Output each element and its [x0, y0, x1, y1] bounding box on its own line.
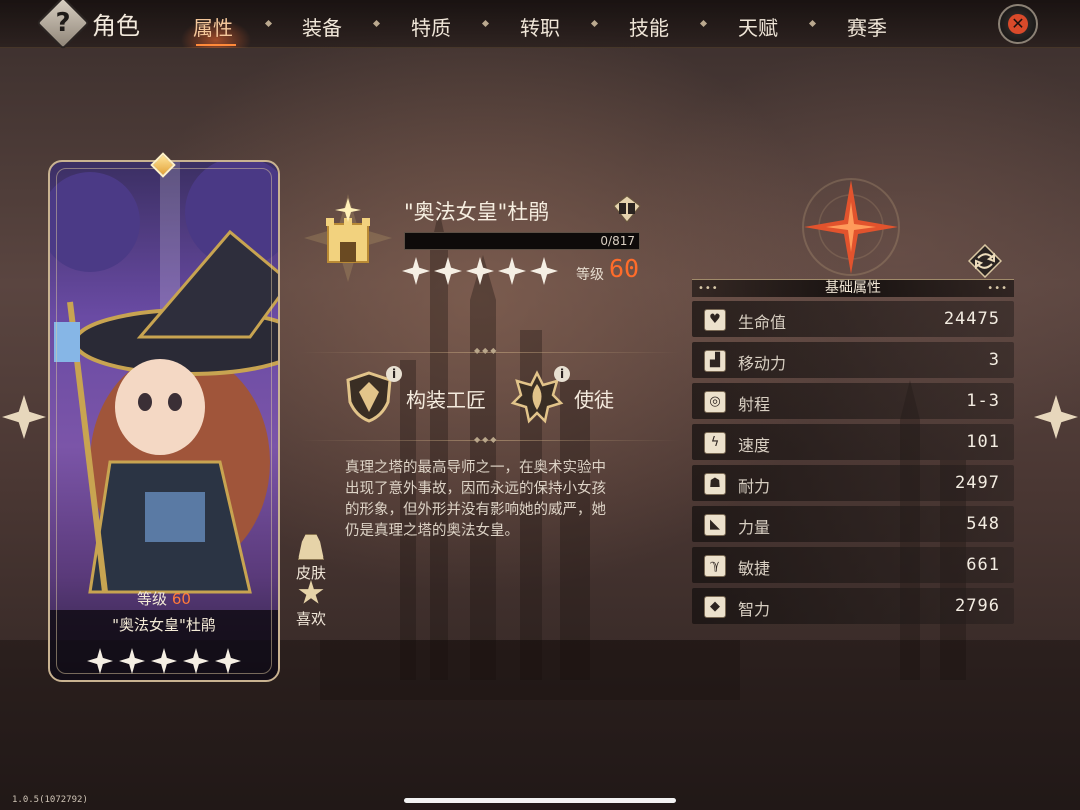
card-frame — [56, 168, 272, 674]
skin-button[interactable]: 皮肤 — [288, 534, 334, 583]
stat-value: 548 — [966, 514, 1000, 534]
arm-icon: ◣ — [704, 514, 726, 536]
stat-value: 661 — [966, 555, 1000, 575]
diamond-icon: ◆ — [704, 596, 726, 618]
stat-label: 射程 — [738, 395, 771, 414]
next-hero-arrow-icon[interactable] — [1034, 395, 1078, 439]
stat-value: 2497 — [955, 473, 1000, 493]
stat-row-strength: ◣ 力量 548 — [692, 506, 1014, 542]
star-icon — [498, 257, 526, 285]
feather-icon: ℽ — [704, 555, 726, 577]
hero-portrait-card[interactable]: 等级 60 "奥法女皇"杜鹃 — [48, 160, 280, 682]
header-ornament: ••• — [987, 283, 1008, 294]
hero-title: "奥法女皇"杜鹃 — [404, 200, 550, 224]
base-stats-title: 基础属性 — [825, 280, 881, 296]
info-icon[interactable]: i — [554, 366, 570, 382]
lightning-icon: ϟ — [704, 432, 726, 454]
experience-bar: 0/817 — [404, 232, 640, 250]
divider-ornament: ◆◆◆ — [474, 346, 499, 355]
stat-label: 生命值 — [738, 313, 787, 332]
close-icon: ✕ — [1008, 14, 1028, 34]
hero-level-label: 等级 — [576, 267, 604, 283]
help-icon: ? — [55, 8, 71, 38]
stat-value: 24475 — [943, 309, 1000, 329]
star-icon — [530, 257, 558, 285]
like-button[interactable]: 喜欢 — [288, 580, 334, 629]
star-icon — [298, 580, 324, 604]
star-icon — [434, 257, 462, 285]
class-castle-emblem-icon — [304, 194, 392, 282]
divider-ornament: ◆◆◆ — [474, 435, 499, 444]
stat-label: 智力 — [738, 600, 771, 619]
star-icon — [466, 257, 494, 285]
stat-row-stamina: ☗ 耐力 2497 — [692, 465, 1014, 501]
stat-label: 力量 — [738, 518, 771, 537]
stat-label: 移动力 — [738, 354, 787, 373]
hero-level-value: 60 — [609, 254, 640, 283]
stat-label: 耐力 — [738, 477, 771, 496]
home-indicator[interactable] — [404, 798, 676, 803]
book-icon[interactable] — [612, 194, 642, 224]
dress-icon — [298, 534, 324, 560]
tab-talents[interactable]: 天赋 — [723, 12, 793, 41]
experience-text: 0/817 — [600, 234, 635, 248]
tab-season[interactable]: 赛季 — [832, 12, 902, 41]
stat-row-speed: ϟ 速度 101 — [692, 424, 1014, 460]
stat-label: 敏捷 — [738, 559, 771, 578]
like-label: 喜欢 — [295, 610, 326, 628]
active-tab-indicator — [196, 44, 236, 46]
person-icon: ☗ — [704, 473, 726, 495]
header-ornament: ••• — [698, 283, 719, 294]
stat-value: 2796 — [955, 596, 1000, 616]
hero-star-rating — [402, 257, 558, 285]
previous-hero-arrow-icon[interactable] — [2, 395, 46, 439]
trait-label: 构装工匠 — [406, 388, 486, 412]
star-icon — [402, 257, 430, 285]
boot-icon: ▟ — [704, 350, 726, 372]
info-icon[interactable]: i — [386, 366, 402, 382]
page-title: 角色 — [92, 12, 140, 40]
swap-icon[interactable] — [968, 244, 1002, 278]
tab-attributes[interactable]: 属性 — [178, 12, 248, 41]
stat-row-movement: ▟ 移动力 3 — [692, 342, 1014, 378]
stat-label: 速度 — [738, 436, 771, 455]
close-button[interactable]: ✕ — [998, 4, 1038, 44]
stat-row-hp: ♥ 生命值 24475 — [692, 301, 1014, 337]
tab-equipment[interactable]: 装备 — [287, 12, 357, 41]
tab-class-change[interactable]: 转职 — [505, 12, 575, 41]
base-stats-header: ••• 基础属性 ••• — [692, 279, 1014, 297]
trait-label: 使徒 — [574, 388, 614, 412]
target-icon: ◎ — [704, 391, 726, 413]
hero-description: 真理之塔的最高导师之一，在奥术实验中出现了意外事故，因而永远的保持小女孩的形象，… — [345, 460, 606, 539]
stat-value: 101 — [966, 432, 1000, 452]
compass-star-emblem-icon — [802, 178, 900, 276]
tab-traits[interactable]: 特质 — [396, 12, 466, 41]
version-label: 1.0.5(1072792) — [12, 795, 88, 805]
stat-row-intelligence: ◆ 智力 2796 — [692, 588, 1014, 624]
stat-value: 3 — [988, 350, 1000, 370]
stat-row-range: ◎ 射程 1-3 — [692, 383, 1014, 419]
heart-icon: ♥ — [704, 309, 726, 331]
stat-value: 1-3 — [966, 391, 1000, 411]
stat-row-agility: ℽ 敏捷 661 — [692, 547, 1014, 583]
tab-skills[interactable]: 技能 — [614, 12, 684, 41]
